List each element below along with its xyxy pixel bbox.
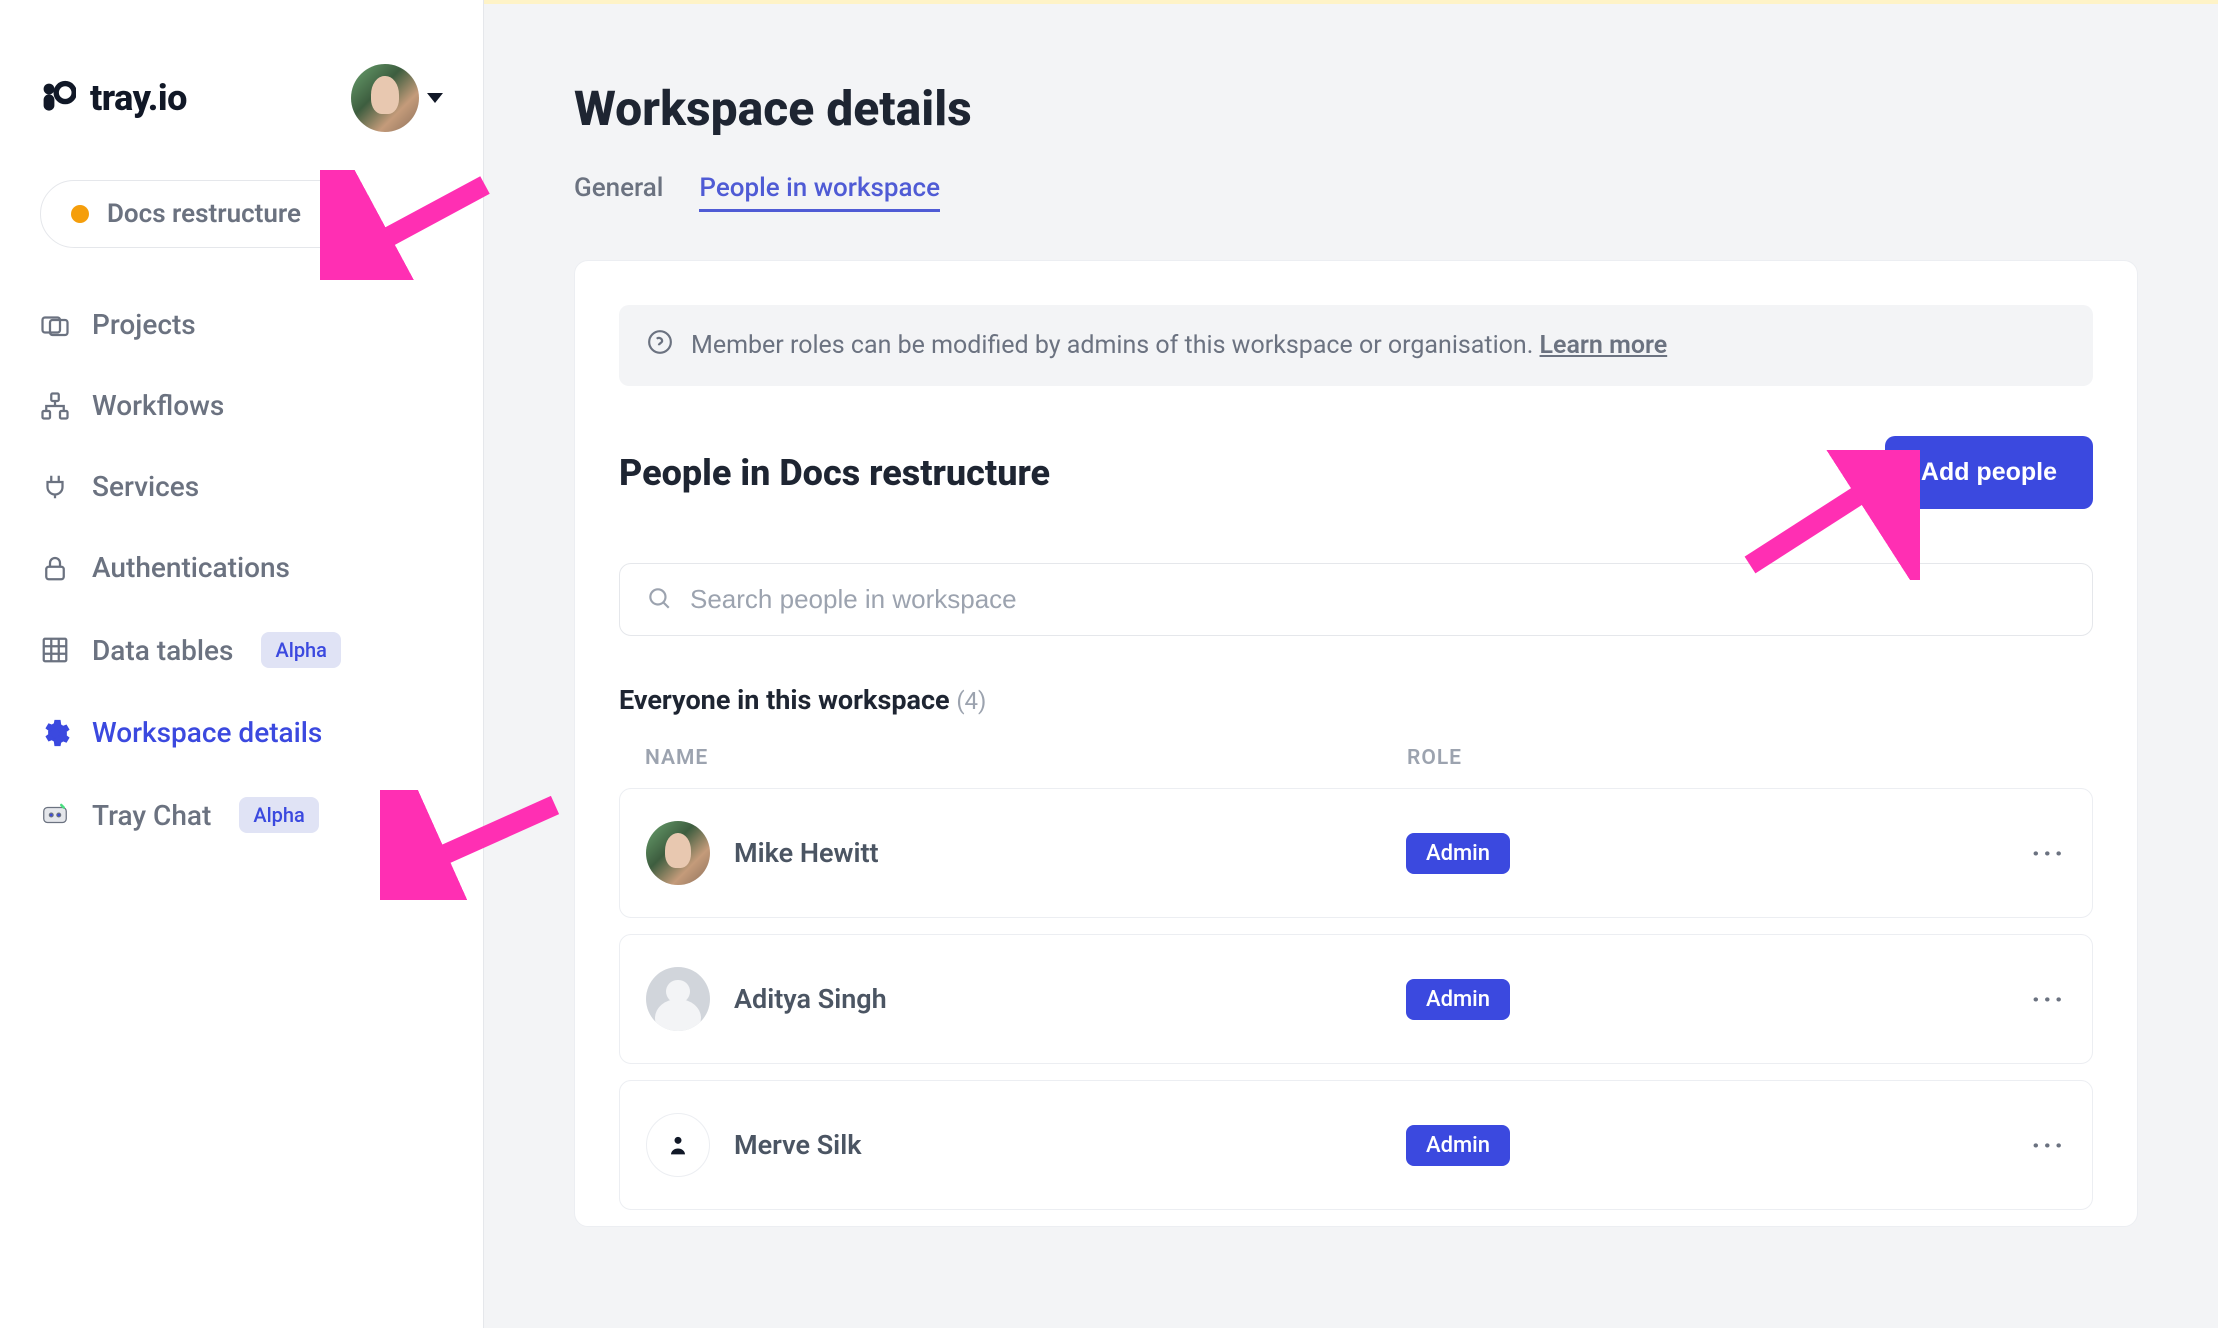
table-header: NAME ROLE xyxy=(619,746,2093,788)
tab-general[interactable]: General xyxy=(574,173,663,212)
row-actions-menu[interactable]: ··· xyxy=(1966,837,2066,870)
chevron-down-icon xyxy=(323,204,343,224)
grid-icon xyxy=(40,635,70,665)
row-actions-menu[interactable]: ··· xyxy=(1966,1129,2066,1162)
list-count: (4) xyxy=(956,687,986,715)
tab-people-in-workspace[interactable]: People in workspace xyxy=(699,173,940,212)
brand[interactable]: tray.io xyxy=(40,77,187,119)
person-name: Merve Silk xyxy=(734,1129,861,1161)
name-cell: Mike Hewitt xyxy=(646,821,1406,885)
list-title: Everyone in this workspace (4) xyxy=(619,684,2093,716)
sidebar-item-data-tables[interactable]: Data tables Alpha xyxy=(40,632,443,668)
table-row: Aditya Singh Admin ··· xyxy=(619,934,2093,1064)
section-title: People in Docs restructure xyxy=(619,452,1050,494)
sidebar-item-label: Projects xyxy=(92,308,196,341)
column-role: ROLE xyxy=(1407,746,1967,770)
sidebar-item-label: Workflows xyxy=(92,389,224,422)
name-cell: Merve Silk xyxy=(646,1113,1406,1177)
user-menu[interactable] xyxy=(351,64,443,132)
gear-icon xyxy=(40,718,70,748)
people-card: Member roles can be modified by admins o… xyxy=(574,260,2138,1227)
banner-text: Member roles can be modified by admins o… xyxy=(691,331,1667,360)
avatar xyxy=(646,967,710,1031)
chevron-down-icon xyxy=(427,93,443,103)
brand-logo-icon xyxy=(40,80,76,116)
sidebar-item-authentications[interactable]: Authentications xyxy=(40,551,443,584)
tabs: General People in workspace xyxy=(574,173,2138,212)
name-cell: Aditya Singh xyxy=(646,967,1406,1031)
help-icon xyxy=(647,329,673,362)
search-input[interactable] xyxy=(690,584,2066,615)
sidebar-item-label: Services xyxy=(92,470,199,503)
alpha-badge: Alpha xyxy=(261,632,341,668)
workspace-selector[interactable]: Docs restructure xyxy=(40,180,374,248)
role-badge: Admin xyxy=(1406,1125,1510,1166)
table-row: Mike Hewitt Admin ··· xyxy=(619,788,2093,918)
sidebar-item-label: Authentications xyxy=(92,551,290,584)
section-header: People in Docs restructure Add people xyxy=(619,436,2093,509)
sidebar-nav: Projects Workflows Services Authenticati… xyxy=(40,308,443,833)
sidebar-item-label: Data tables xyxy=(92,634,233,667)
brand-name: tray.io xyxy=(90,77,187,119)
workspace-name: Docs restructure xyxy=(107,199,301,229)
learn-more-link[interactable]: Learn more xyxy=(1540,331,1668,360)
search-wrapper[interactable] xyxy=(619,563,2093,636)
folder-icon xyxy=(40,310,70,340)
add-people-button[interactable]: Add people xyxy=(1885,436,2093,509)
lock-icon xyxy=(40,553,70,583)
role-badge: Admin xyxy=(1406,979,1510,1020)
sidebar-item-label: Tray Chat xyxy=(92,799,211,832)
avatar xyxy=(351,64,419,132)
person-name: Mike Hewitt xyxy=(734,837,879,869)
sidebar-item-projects[interactable]: Projects xyxy=(40,308,443,341)
sidebar-item-services[interactable]: Services xyxy=(40,470,443,503)
sidebar-item-workflows[interactable]: Workflows xyxy=(40,389,443,422)
column-name: NAME xyxy=(645,746,1407,770)
sidebar: tray.io Docs restructure Projects xyxy=(0,0,484,1328)
sidebar-item-tray-chat[interactable]: Tray Chat Alpha xyxy=(40,797,443,833)
main-content: Workspace details General People in work… xyxy=(484,0,2218,1328)
table-row: Merve Silk Admin ··· xyxy=(619,1080,2093,1210)
avatar xyxy=(646,821,710,885)
row-actions-menu[interactable]: ··· xyxy=(1966,983,2066,1016)
sidebar-item-workspace-details[interactable]: Workspace details xyxy=(40,716,443,749)
page-title: Workspace details xyxy=(574,80,2138,137)
list-title-text: Everyone in this workspace xyxy=(619,684,950,716)
alpha-badge: Alpha xyxy=(239,797,319,833)
search-icon xyxy=(646,585,672,615)
avatar xyxy=(646,1113,710,1177)
banner-message: Member roles can be modified by admins o… xyxy=(691,331,1540,360)
info-banner: Member roles can be modified by admins o… xyxy=(619,305,2093,386)
sidebar-item-label: Workspace details xyxy=(92,716,322,749)
role-badge: Admin xyxy=(1406,833,1510,874)
workspace-status-dot xyxy=(71,205,89,223)
workflow-icon xyxy=(40,391,70,421)
person-name: Aditya Singh xyxy=(734,983,887,1015)
plug-icon xyxy=(40,472,70,502)
brand-row: tray.io xyxy=(40,64,443,132)
chat-icon xyxy=(40,800,70,830)
